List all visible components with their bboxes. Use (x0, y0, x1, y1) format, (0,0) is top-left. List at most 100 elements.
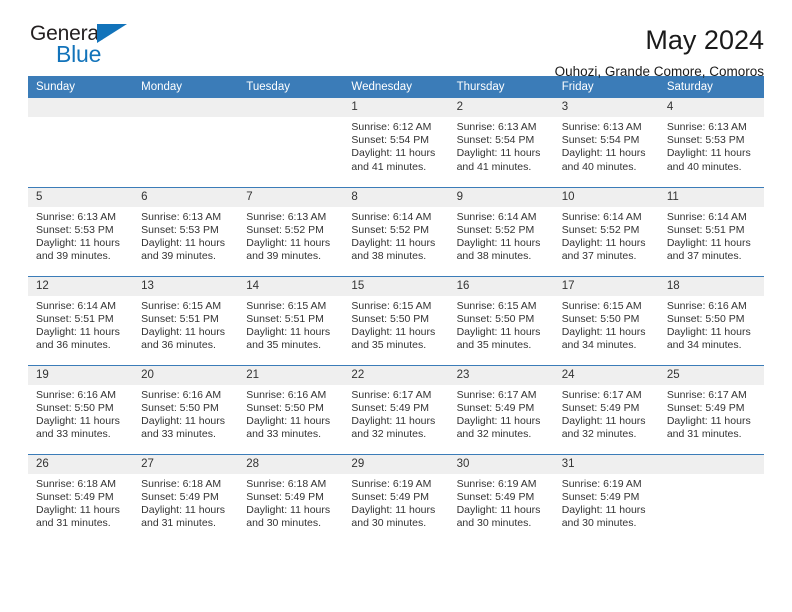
calendar-day-cell[interactable]: 29 Sunrise: 6:19 AM Sunset: 5:49 PM Dayligh… (343, 453, 449, 543)
day-details: Sunrise: 6:16 AM Sunset: 5:50 PM Daylight:… (659, 296, 764, 353)
calendar-day-cell[interactable]: 16 Sunrise: 6:15 AM Sunset: 5:50 PM Dayligh… (448, 275, 554, 365)
calendar-day-cell[interactable]: 22 Sunrise: 6:17 AM Sunset: 5:49 PM Dayligh… (343, 364, 449, 454)
daylight-text-line1: Daylight: 11 hours (351, 147, 436, 160)
calendar-day-cell[interactable]: 31 Sunrise: 6:19 AM Sunset: 5:49 PM Dayligh… (553, 453, 659, 543)
day-details: Sunrise: 6:17 AM Sunset: 5:49 PM Daylight:… (343, 385, 448, 442)
calendar-day-cell[interactable]: 15 Sunrise: 6:15 AM Sunset: 5:50 PM Dayligh… (343, 275, 449, 365)
day-number: 2 (448, 98, 554, 117)
sunset-text: Sunset: 5:53 PM (36, 223, 114, 236)
calendar-empty-cell (133, 98, 239, 187)
daylight-text-line1: Daylight: 11 hours (36, 503, 120, 516)
day-details: Sunrise: 6:12 AM Sunset: 5:54 PM Daylight:… (343, 117, 448, 174)
sunrise-text: Sunrise: 6:13 AM (561, 121, 642, 133)
calendar-day-cell[interactable]: 10 Sunrise: 6:14 AM Sunset: 5:52 PM Dayligh… (553, 186, 659, 276)
calendar-day-cell[interactable]: 30 Sunrise: 6:19 AM Sunset: 5:49 PM Dayligh… (448, 453, 554, 543)
daylight-text-line2: and 41 minutes. (351, 160, 427, 173)
sunset-text: Sunset: 5:50 PM (36, 401, 114, 414)
calendar-day-cell[interactable]: 24 Sunrise: 6:17 AM Sunset: 5:49 PM Dayligh… (553, 364, 659, 454)
sunset-text: Sunset: 5:54 PM (561, 134, 640, 147)
calendar-day-cell[interactable]: 4 Sunrise: 6:13 AM Sunset: 5:53 PM Daylight… (658, 98, 764, 187)
sunrise-text: Sunrise: 6:13 AM (36, 210, 116, 223)
sunrise-text: Sunrise: 6:13 AM (456, 121, 537, 133)
calendar-week-row: 19 Sunrise: 6:16 AM Sunset: 5:50 PM Dayligh… (28, 364, 764, 454)
sunrise-text: Sunrise: 6:16 AM (141, 388, 222, 401)
day-number: 22 (343, 365, 449, 385)
day-details: Sunrise: 6:13 AM Sunset: 5:53 PM Daylight:… (28, 207, 133, 264)
calendar-day-cell[interactable]: 23 Sunrise: 6:17 AM Sunset: 5:49 PM Dayligh… (448, 364, 554, 454)
calendar-day-cell[interactable]: 8 Sunrise: 6:14 AM Sunset: 5:52 PM Daylight… (343, 186, 449, 276)
calendar-day-cell[interactable]: 3 Sunrise: 6:13 AM Sunset: 5:54 PM Daylight… (553, 98, 659, 187)
day-number: 26 (28, 454, 134, 474)
day-number: 4 (658, 98, 764, 117)
day-number: 10 (553, 187, 659, 207)
calendar-day-cell[interactable]: 26 Sunrise: 6:18 AM Sunset: 5:49 PM Dayligh… (28, 453, 134, 543)
sunset-text: Sunset: 5:52 PM (351, 223, 430, 236)
day-details: Sunrise: 6:19 AM Sunset: 5:49 PM Daylight:… (449, 474, 554, 531)
sunrise-text: Sunrise: 6:14 AM (561, 210, 642, 223)
day-number: 5 (28, 187, 134, 207)
daylight-text-line1: Daylight: 11 hours (666, 147, 751, 160)
day-details: Sunrise: 6:15 AM Sunset: 5:50 PM Daylight:… (554, 296, 659, 353)
calendar-day-cell[interactable]: 19 Sunrise: 6:16 AM Sunset: 5:50 PM Dayligh… (28, 364, 134, 454)
sunset-text: Sunset: 5:49 PM (456, 401, 535, 414)
calendar-day-cell[interactable]: 17 Sunrise: 6:15 AM Sunset: 5:50 PM Dayligh… (553, 275, 659, 365)
daylight-text-line2: and 34 minutes. (666, 339, 742, 352)
calendar-day-cell[interactable]: 6 Sunrise: 6:13 AM Sunset: 5:53 PM Daylight… (133, 186, 239, 276)
day-number: 12 (28, 276, 134, 296)
daylight-text-line2: and 36 minutes. (141, 339, 216, 352)
sunset-text: Sunset: 5:52 PM (561, 223, 640, 236)
day-number (133, 98, 239, 117)
day-number: 16 (448, 276, 554, 296)
sunset-text: Sunset: 5:49 PM (141, 490, 219, 503)
calendar-week-row: 26 Sunrise: 6:18 AM Sunset: 5:49 PM Dayligh… (28, 453, 764, 543)
sunrise-text: Sunrise: 6:16 AM (666, 299, 747, 312)
calendar-day-cell[interactable]: 27 Sunrise: 6:18 AM Sunset: 5:49 PM Dayligh… (133, 453, 239, 543)
calendar-empty-cell (28, 98, 134, 187)
calendar-day-cell[interactable]: 5 Sunrise: 6:13 AM Sunset: 5:53 PM Daylight… (28, 186, 134, 276)
calendar-day-cell[interactable]: 20 Sunrise: 6:16 AM Sunset: 5:50 PM Dayligh… (133, 364, 239, 454)
general-blue-logo[interactable]: General Blue (28, 22, 148, 72)
calendar-day-cell[interactable]: 1 Sunrise: 6:12 AM Sunset: 5:54 PM Daylight… (343, 98, 449, 187)
daylight-text-line1: Daylight: 11 hours (36, 236, 120, 249)
daylight-text-line2: and 30 minutes. (246, 517, 321, 530)
calendar-day-cell[interactable]: 2 Sunrise: 6:13 AM Sunset: 5:54 PM Daylight… (448, 98, 554, 187)
day-details: Sunrise: 6:18 AM Sunset: 5:49 PM Daylight:… (28, 474, 133, 531)
calendar-day-cell[interactable]: 28 Sunrise: 6:18 AM Sunset: 5:49 PM Dayligh… (238, 453, 344, 543)
calendar-day-cell[interactable]: 7 Sunrise: 6:13 AM Sunset: 5:52 PM Daylight… (238, 186, 344, 276)
sunrise-text: Sunrise: 6:19 AM (351, 477, 432, 490)
daylight-text-line2: and 36 minutes. (36, 339, 111, 352)
calendar-day-cell[interactable]: 13 Sunrise: 6:15 AM Sunset: 5:51 PM Dayligh… (133, 275, 239, 365)
daylight-text-line1: Daylight: 11 hours (36, 414, 120, 427)
sunset-text: Sunset: 5:51 PM (36, 312, 114, 325)
daylight-text-line2: and 40 minutes. (666, 160, 742, 173)
calendar-day-cell[interactable]: 11 Sunrise: 6:14 AM Sunset: 5:51 PM Dayligh… (658, 186, 764, 276)
day-number: 13 (133, 276, 239, 296)
day-number: 3 (553, 98, 659, 117)
sunset-text: Sunset: 5:54 PM (456, 134, 535, 147)
day-number: 14 (238, 276, 344, 296)
daylight-text-line2: and 39 minutes. (141, 250, 216, 263)
day-number: 25 (658, 365, 764, 385)
daylight-text-line2: and 34 minutes. (561, 339, 637, 352)
calendar-day-cell[interactable]: 21 Sunrise: 6:16 AM Sunset: 5:50 PM Dayligh… (238, 364, 344, 454)
day-details: Sunrise: 6:14 AM Sunset: 5:52 PM Daylight:… (449, 207, 554, 264)
daylight-text-line2: and 35 minutes. (246, 339, 321, 352)
calendar-day-cell[interactable]: 9 Sunrise: 6:14 AM Sunset: 5:52 PM Daylight… (448, 186, 554, 276)
daylight-text-line2: and 33 minutes. (141, 428, 216, 441)
sunrise-text: Sunrise: 6:17 AM (561, 388, 642, 401)
sunset-text: Sunset: 5:54 PM (351, 134, 430, 147)
calendar-day-cell[interactable]: 25 Sunrise: 6:17 AM Sunset: 5:49 PM Dayligh… (658, 364, 764, 454)
sunrise-text: Sunrise: 6:19 AM (456, 477, 537, 490)
sunset-text: Sunset: 5:52 PM (456, 223, 535, 236)
calendar-empty-cell (238, 98, 344, 187)
calendar-day-cell[interactable]: 12 Sunrise: 6:14 AM Sunset: 5:51 PM Dayligh… (28, 275, 134, 365)
daylight-text-line1: Daylight: 11 hours (246, 236, 331, 249)
daylight-text-line2: and 39 minutes. (246, 250, 321, 263)
sunrise-text: Sunrise: 6:14 AM (666, 210, 747, 223)
calendar-day-cell[interactable]: 18 Sunrise: 6:16 AM Sunset: 5:50 PM Dayligh… (658, 275, 764, 365)
daylight-text-line2: and 31 minutes. (666, 428, 742, 441)
day-details: Sunrise: 6:18 AM Sunset: 5:49 PM Daylight:… (133, 474, 238, 531)
calendar-day-cell[interactable]: 14 Sunrise: 6:15 AM Sunset: 5:51 PM Dayligh… (238, 275, 344, 365)
daylight-text-line2: and 37 minutes. (561, 250, 637, 263)
sunset-text: Sunset: 5:50 PM (246, 401, 324, 414)
